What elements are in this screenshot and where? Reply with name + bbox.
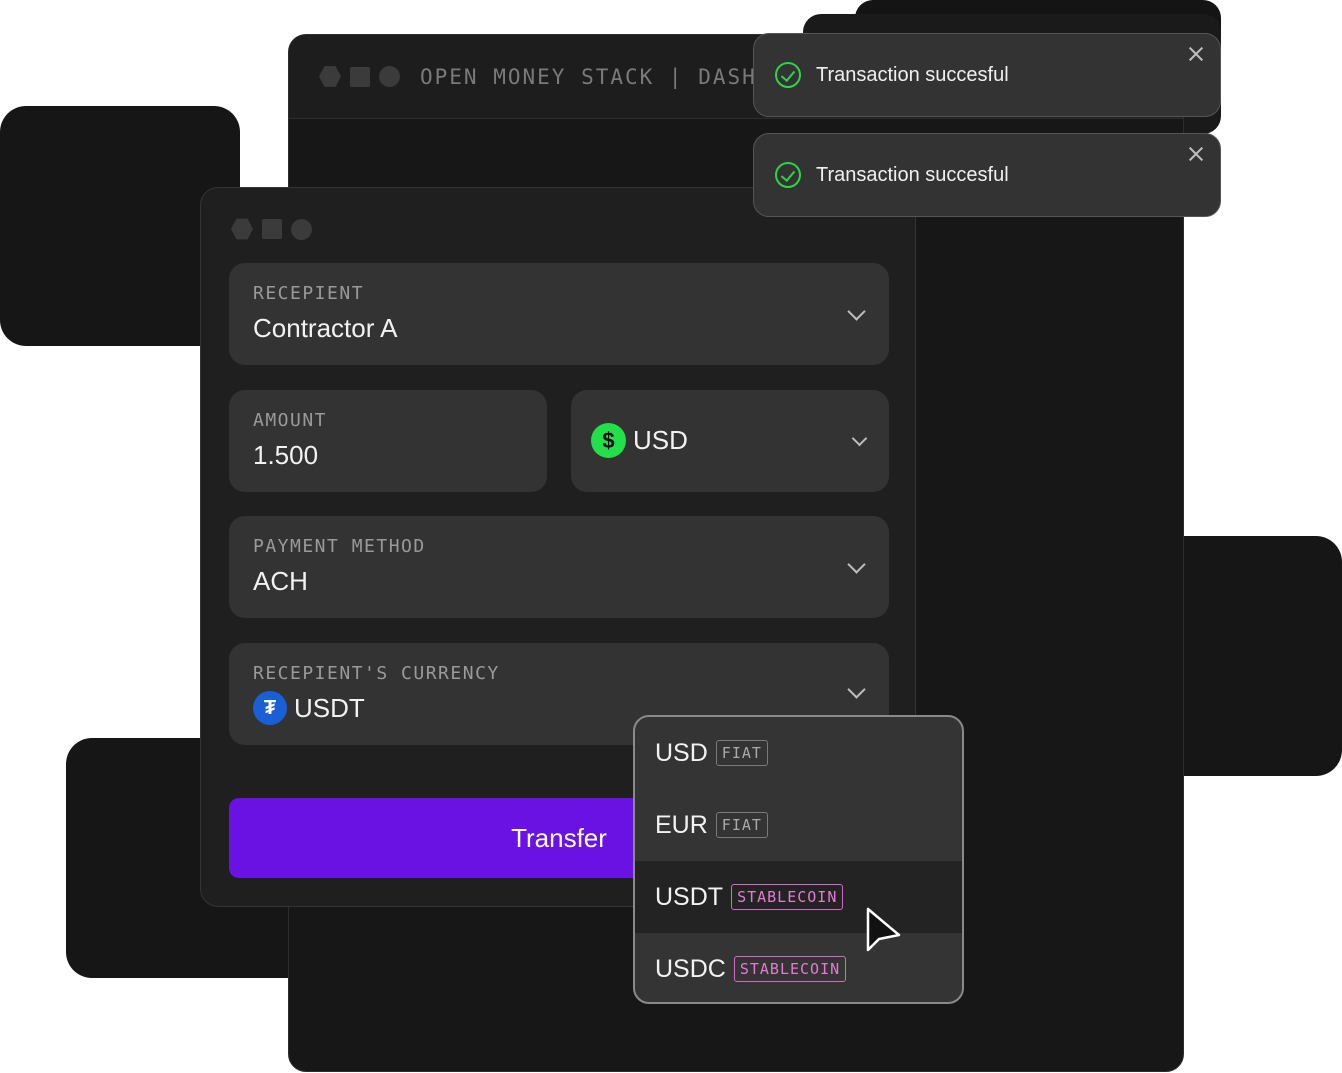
tether-coin-icon: ₮ xyxy=(253,691,287,725)
hexagon-control-icon[interactable] xyxy=(231,218,253,240)
chevron-down-icon xyxy=(847,302,866,321)
recipient-currency-label: RECEPIENT'S CURRENCY xyxy=(253,663,500,684)
fiat-tag: FIAT xyxy=(715,812,768,838)
check-circle-icon xyxy=(775,162,801,188)
toast-message: Transaction succesful xyxy=(816,64,1009,86)
check-circle-icon xyxy=(775,62,801,88)
option-name: USD xyxy=(655,738,708,767)
recipient-label: RECEPIENT xyxy=(253,283,365,304)
square-control-icon[interactable] xyxy=(350,66,370,87)
dropdown-option-usd[interactable]: USD FIAT xyxy=(635,717,962,789)
dropdown-option-usdt[interactable]: USDT STABLECOIN xyxy=(635,861,962,933)
chevron-down-icon xyxy=(847,680,866,699)
recipient-value: Contractor A xyxy=(253,313,398,343)
dollar-coin-icon: $ xyxy=(591,423,626,458)
payment-method-select[interactable]: PAYMENT METHOD ACH xyxy=(229,516,889,618)
stablecoin-tag: STABLECOIN xyxy=(731,884,844,910)
chevron-down-icon xyxy=(851,430,868,447)
payment-method-label: PAYMENT METHOD xyxy=(253,536,426,557)
close-icon[interactable] xyxy=(1186,144,1206,164)
recipient-currency-display: ₮ USDT xyxy=(253,691,365,725)
chevron-down-icon xyxy=(847,555,866,574)
recipient-currency-value: USDT xyxy=(294,692,365,723)
hexagon-control-icon[interactable] xyxy=(319,66,341,87)
square-control-icon[interactable] xyxy=(262,219,282,239)
currency-display: $ USD xyxy=(591,423,688,458)
window-controls xyxy=(319,66,400,88)
circle-control-icon[interactable] xyxy=(379,66,400,87)
dropdown-option-usdc[interactable]: USDC STABLECOIN xyxy=(635,933,962,1002)
toast-notification: Transaction succesful xyxy=(753,133,1221,217)
payment-method-value: ACH xyxy=(253,566,308,596)
fiat-tag: FIAT xyxy=(715,740,768,766)
amount-value: 1.500 xyxy=(253,440,319,470)
mouse-cursor-icon xyxy=(866,907,901,952)
close-icon[interactable] xyxy=(1186,44,1206,64)
currency-select[interactable]: $ USD xyxy=(571,390,889,492)
circle-control-icon[interactable] xyxy=(291,218,312,240)
stablecoin-tag: STABLECOIN xyxy=(733,956,847,982)
dashboard-title: OPEN MONEY STACK | DASHB xyxy=(420,64,772,89)
amount-label: AMOUNT xyxy=(253,410,328,431)
currency-value: USD xyxy=(633,425,688,455)
recipient-select[interactable]: RECEPIENT Contractor A xyxy=(229,263,889,365)
currency-dropdown-menu: USD FIAT EUR FIAT USDT STABLECOIN USDC S… xyxy=(633,715,964,1004)
dropdown-option-eur[interactable]: EUR FIAT xyxy=(635,789,962,861)
toast-message: Transaction succesful xyxy=(816,164,1009,186)
toast-notification: Transaction succesful xyxy=(753,33,1221,117)
app-stage: OPEN MONEY STACK | DASHB RECEPIENT Contr… xyxy=(0,0,1342,1073)
amount-field[interactable]: AMOUNT 1.500 xyxy=(229,390,547,492)
option-name: USDC xyxy=(655,954,726,983)
option-name: EUR xyxy=(655,810,708,839)
form-window-controls xyxy=(231,218,312,240)
option-name: USDT xyxy=(655,882,724,911)
